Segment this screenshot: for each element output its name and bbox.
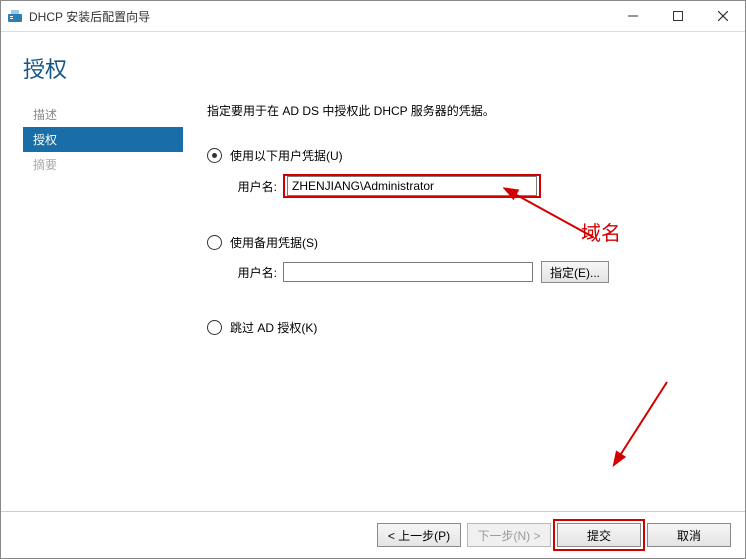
username-field-following[interactable] [287,176,537,196]
maximize-button[interactable] [655,1,700,31]
option-use-following: 使用以下用户凭据(U) 用户名: [207,147,715,198]
specify-button[interactable]: 指定(E)... [541,261,609,283]
wizard-body: 授权 描述 授权 摘要 指定要用于在 AD DS 中授权此 DHCP 服务器的凭… [1,32,745,558]
option-use-alternate: 使用备用凭据(S) 用户名: 指定(E)... [207,234,715,283]
radio-label-use-alternate: 使用备用凭据(S) [230,234,318,251]
minimize-button[interactable] [610,1,655,31]
close-button[interactable] [700,1,745,31]
page-heading: 授权 [1,32,745,102]
radio-label-skip: 跳过 AD 授权(K) [230,319,317,336]
option-skip: 跳过 AD 授权(K) [207,319,715,336]
sidebar: 描述 授权 摘要 [23,102,183,511]
titlebar: DHCP 安装后配置向导 [1,1,745,32]
app-icon [7,8,23,24]
username-highlight-box [283,174,541,198]
radio-row-use-following[interactable]: 使用以下用户凭据(U) [207,147,715,164]
sidebar-item-description[interactable]: 描述 [23,102,183,127]
radio-skip[interactable] [207,320,222,335]
content-area: 描述 授权 摘要 指定要用于在 AD DS 中授权此 DHCP 服务器的凭据。 … [1,102,745,511]
radio-label-use-following: 使用以下用户凭据(U) [230,147,343,164]
username-label-2: 用户名: [229,264,277,281]
annotation-arrow-to-commit [607,377,677,467]
radio-row-use-alternate[interactable]: 使用备用凭据(S) [207,234,715,251]
sidebar-item-authorization[interactable]: 授权 [23,127,183,152]
main-panel: 指定要用于在 AD DS 中授权此 DHCP 服务器的凭据。 使用以下用户凭据(… [183,102,745,511]
sidebar-item-summary: 摘要 [23,152,183,177]
previous-button[interactable]: < 上一步(P) [377,523,461,547]
window-title: DHCP 安装后配置向导 [29,8,150,25]
next-button: 下一步(N) > [467,523,551,547]
commit-button[interactable]: 提交 [557,523,641,547]
wizard-window: DHCP 安装后配置向导 授权 描述 授权 摘要 指定要用于在 [0,0,746,559]
radio-use-alternate[interactable] [207,235,222,250]
wizard-footer: < 上一步(P) 下一步(N) > 提交 取消 [1,511,745,558]
radio-row-skip[interactable]: 跳过 AD 授权(K) [207,319,715,336]
username-field-alternate[interactable] [283,262,533,282]
description-text: 指定要用于在 AD DS 中授权此 DHCP 服务器的凭据。 [207,102,715,119]
cancel-button[interactable]: 取消 [647,523,731,547]
radio-use-following[interactable] [207,148,222,163]
username-label-1: 用户名: [229,178,277,195]
